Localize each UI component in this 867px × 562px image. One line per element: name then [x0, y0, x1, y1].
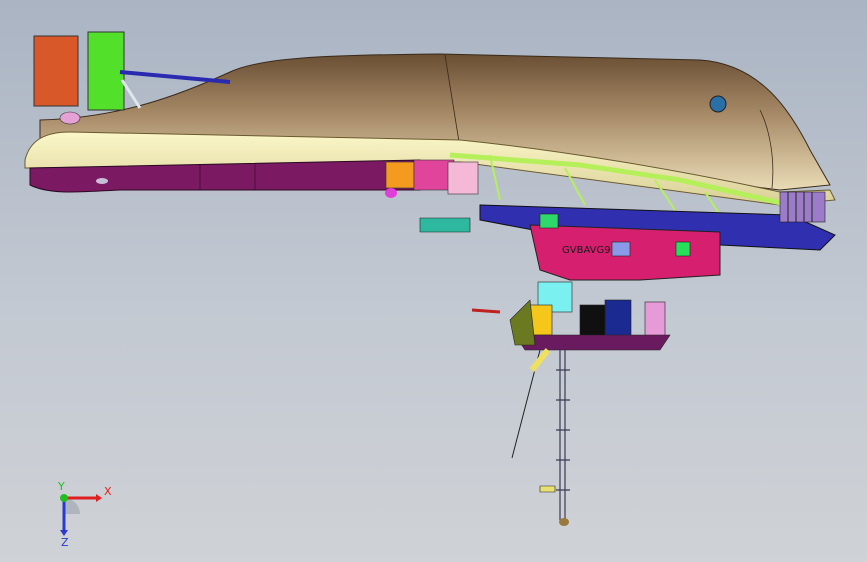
module-window [611, 241, 631, 257]
blue-arm [119, 70, 231, 84]
green-valve [539, 213, 559, 229]
stern-stripes [779, 191, 826, 223]
red-handle [471, 308, 501, 314]
ship-3d-model[interactable]: GVBAVG9 [0, 0, 867, 562]
module-green-box [675, 241, 691, 257]
cad-viewport[interactable]: GVBAVG9 X Y Z [0, 0, 867, 562]
y-axis-dot-icon [60, 494, 68, 502]
yellow-rod [529, 348, 551, 372]
underside-port [96, 178, 108, 184]
orange-block [385, 161, 415, 189]
pink-fitting [59, 111, 81, 125]
z-axis-label: Z [61, 536, 69, 549]
hull-valve-icon [709, 95, 727, 113]
tower-base [514, 334, 671, 351]
triad-graphic: X Y Z [57, 480, 112, 549]
arm-strut [120, 79, 142, 109]
light-pink-panel [644, 301, 666, 337]
module-label: GVBAVG9 [562, 245, 611, 256]
black-block [579, 304, 606, 338]
magenta-sphere [385, 188, 397, 198]
bracket [539, 485, 556, 493]
coordinate-triad: X Y Z [44, 480, 114, 550]
y-axis-label: Y [57, 480, 65, 493]
orange-tank [33, 35, 79, 107]
light-pink-block [447, 161, 479, 195]
navy-block [604, 299, 632, 339]
x-axis-arrow-icon [96, 494, 102, 502]
green-tank [87, 31, 125, 111]
x-axis-label: X [104, 485, 112, 498]
mast-foot [559, 518, 569, 526]
teal-pipe [419, 217, 471, 233]
mast [556, 350, 570, 520]
